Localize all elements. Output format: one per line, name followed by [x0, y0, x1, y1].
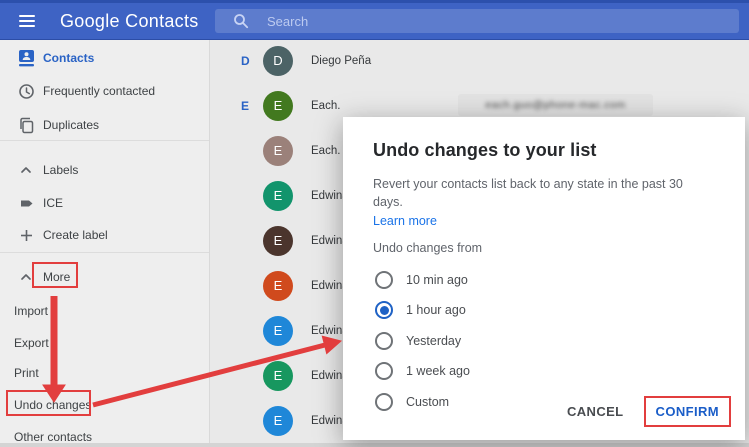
sidebar-item-undo-changes[interactable]: Undo changes	[0, 392, 203, 418]
radio-label: 1 week ago	[406, 364, 470, 378]
sidebar-item-frequently-contacted[interactable]: Frequently contacted	[0, 78, 203, 104]
radio-label: 10 min ago	[406, 273, 468, 287]
radio-icon[interactable]	[375, 362, 393, 380]
sidebar-item-label: Export	[14, 336, 49, 350]
radio-option[interactable]: 1 hour ago	[373, 295, 715, 326]
sidebar-item-label: ICE	[43, 196, 63, 210]
confirm-annotation-box: CONFIRM	[644, 396, 731, 427]
history-clock-icon	[17, 82, 35, 100]
sidebar-divider	[0, 140, 209, 141]
sidebar-item-label: Print	[14, 366, 39, 380]
avatar: E	[263, 136, 293, 166]
radio-label: Yesterday	[406, 334, 461, 348]
letter-header: D	[241, 54, 261, 68]
undo-changes-dialog: Undo changes to your list Revert your co…	[343, 117, 745, 440]
sidebar-item-print[interactable]: Print	[0, 360, 203, 386]
dialog-title: Undo changes to your list	[373, 140, 715, 161]
avatar: E	[263, 181, 293, 211]
sidebar-item-contacts[interactable]: Contacts	[0, 45, 203, 71]
learn-more-link[interactable]: Learn more	[373, 214, 437, 228]
sidebar-item-label: Contacts	[43, 51, 94, 65]
contact-name: Diego Peña	[311, 55, 371, 67]
sidebar-section-labels[interactable]: Labels	[0, 157, 203, 183]
label-tag-icon	[17, 194, 35, 212]
dialog-subheading: Undo changes from	[373, 241, 715, 255]
chevron-up-icon	[17, 268, 35, 286]
hamburger-menu-icon[interactable]	[19, 15, 35, 27]
chevron-up-icon	[17, 161, 35, 179]
sidebar-section-more[interactable]: More	[0, 264, 203, 290]
radio-group: 10 min ago 1 hour ago Yesterday 1 week a…	[373, 264, 715, 417]
duplicates-copy-icon	[17, 116, 35, 134]
sidebar-item-ice[interactable]: ICE	[0, 190, 203, 216]
app-header: Google Contacts Search	[0, 0, 749, 40]
google-contacts-window: Google Contacts Search Contacts	[0, 0, 749, 447]
sidebar-item-label: Duplicates	[43, 118, 99, 132]
confirm-button[interactable]: CONFIRM	[648, 398, 727, 425]
radio-option[interactable]: 10 min ago	[373, 264, 715, 295]
sidebar-item-duplicates[interactable]: Duplicates	[0, 112, 203, 138]
sidebar-item-label: Import	[14, 304, 48, 318]
avatar: E	[263, 406, 293, 436]
avatar: D	[263, 46, 293, 76]
sidebar-item-label: Create label	[43, 228, 108, 242]
avatar: E	[263, 271, 293, 301]
dialog-body-text: Revert your contacts list back to any st…	[373, 175, 715, 211]
search-input[interactable]: Search	[215, 9, 739, 33]
sidebar-item-label: Other contacts	[14, 430, 92, 444]
redacted-email: each.guo@phone-mac.com	[458, 94, 653, 116]
contact-icon	[17, 49, 35, 67]
avatar: E	[263, 361, 293, 391]
radio-option[interactable]: 1 week ago	[373, 356, 715, 387]
sidebar-section-label: Labels	[43, 163, 78, 177]
sidebar-item-label: Frequently contacted	[43, 84, 155, 98]
avatar: E	[263, 226, 293, 256]
radio-icon[interactable]	[375, 271, 393, 289]
letter-header: E	[241, 99, 261, 113]
sidebar-divider	[0, 252, 209, 253]
radio-icon[interactable]	[375, 301, 393, 319]
contact-name: Each.	[311, 100, 340, 112]
avatar: E	[263, 91, 293, 121]
sidebar-item-create-label[interactable]: Create label	[0, 222, 203, 248]
sidebar-item-import[interactable]: Import	[0, 298, 203, 324]
search-icon	[233, 13, 249, 29]
radio-option[interactable]: Yesterday	[373, 325, 715, 356]
radio-icon[interactable]	[375, 332, 393, 350]
sidebar-item-label: Undo changes	[14, 398, 91, 412]
sidebar-section-label: More	[43, 270, 70, 284]
avatar: E	[263, 316, 293, 346]
app-title: Google Contacts	[60, 11, 199, 32]
window-bottom-edge	[0, 443, 749, 447]
cancel-button[interactable]: CANCEL	[559, 398, 632, 425]
radio-icon[interactable]	[375, 393, 393, 411]
search-placeholder: Search	[267, 14, 308, 29]
plus-icon	[17, 226, 35, 244]
radio-label: Custom	[406, 395, 449, 409]
contact-row[interactable]: D D Diego Peña	[211, 38, 749, 83]
sidebar: Contacts Frequently contacted Duplicates	[0, 40, 210, 447]
dialog-footer: CANCEL CONFIRM	[559, 396, 731, 427]
radio-label: 1 hour ago	[406, 303, 466, 317]
sidebar-item-export[interactable]: Export	[0, 330, 203, 356]
